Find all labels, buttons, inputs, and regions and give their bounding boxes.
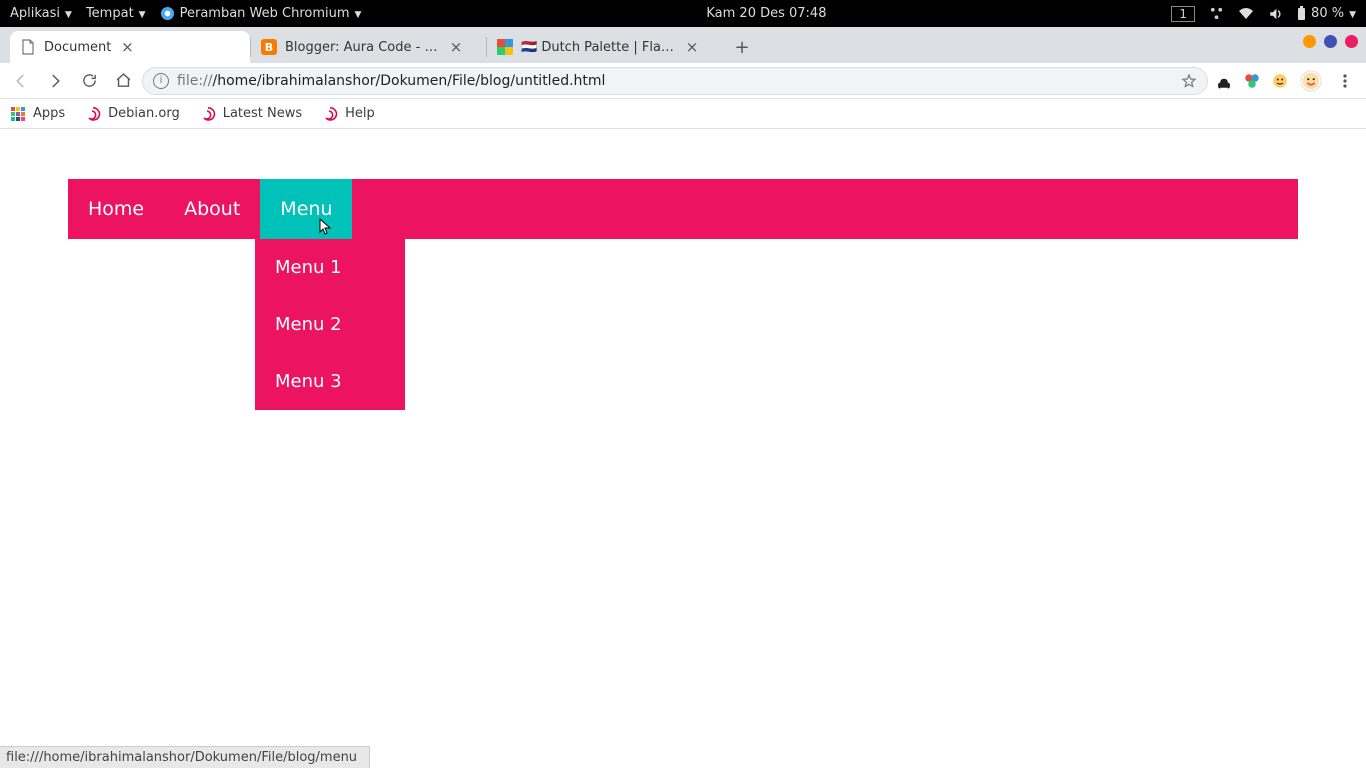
debian-swirl-icon [200,106,216,122]
bookmark-help[interactable]: Help [322,106,375,122]
apps-shortcut[interactable]: Apps [10,106,65,122]
gnome-active-app[interactable]: Peramban Web Chromium ▼ [160,6,362,21]
desktop-top-bar: Aplikasi ▼ Tempat ▼ Peramban Web Chromiu… [0,0,1366,27]
bookmark-label: Apps [33,106,65,121]
debian-swirl-icon [322,106,338,122]
gnome-clock[interactable]: Kam 20 Des 07:48 [361,6,1171,21]
url-scheme: file:// [177,73,212,89]
clock-label: Kam 20 Des 07:48 [706,6,826,21]
site-navbar: Home About Menu [68,179,1298,239]
submenu-item[interactable]: Menu 1 [255,239,405,296]
nav-item-home[interactable]: Home [68,179,164,239]
workspace-indicator[interactable]: 1 [1171,6,1195,22]
close-dot[interactable] [1345,35,1358,48]
browser-tab[interactable]: B Blogger: Aura Code - Semua… × [251,31,486,63]
new-tab-button[interactable]: + [728,33,756,61]
site-info-icon[interactable]: i [153,73,169,89]
status-url: file:///home/ibrahimalanshor/Dokumen/Fil… [6,750,357,765]
back-button[interactable] [6,66,36,96]
svg-text:B: B [265,41,273,54]
tab-title: 🇳🇱 Dutch Palette | Flat UI Co… [521,40,676,55]
bookmark-latest-news[interactable]: Latest News [200,106,302,122]
battery-label: 80 % [1311,6,1344,21]
star-icon[interactable] [1181,73,1197,89]
close-icon[interactable]: × [119,38,135,56]
nav-submenu: Menu 1 Menu 2 Menu 3 [255,239,405,410]
profile-button[interactable] [1296,66,1326,96]
page-viewport: Home About Menu Menu 1 Menu 2 Menu 3 fil… [0,129,1366,768]
extension-icon[interactable] [1240,69,1264,93]
chevron-down-icon: ▼ [1349,10,1356,20]
address-bar[interactable]: i file:///home/ibrahimalanshor/Dokumen/F… [142,67,1208,95]
bookmark-debian[interactable]: Debian.org [85,106,180,122]
gnome-places-menu[interactable]: Tempat ▼ [86,6,146,21]
tab-title: Document [44,40,111,55]
home-button[interactable] [108,66,138,96]
battery-indicator[interactable]: 80 % ▼ [1297,6,1356,21]
debian-swirl-icon [85,106,101,122]
window-controls [1303,35,1358,48]
link-status-bar: file:///home/ibrahimalanshor/Dokumen/Fil… [0,746,370,768]
maximize-dot[interactable] [1324,35,1337,48]
browser-tab[interactable]: 🇳🇱 Dutch Palette | Flat UI Co… × [487,31,722,63]
chevron-down-icon: ▼ [355,10,362,20]
extension-icon[interactable] [1268,69,1292,93]
submenu-item[interactable]: Menu 3 [255,353,405,410]
palette-icon [497,39,513,55]
blogger-icon: B [261,39,277,55]
reload-button[interactable] [74,66,104,96]
close-icon[interactable]: × [448,38,464,56]
chromium-icon [160,6,175,21]
tab-title: Blogger: Aura Code - Semua… [285,40,440,55]
gnome-applications-menu[interactable]: Aplikasi ▼ [10,6,72,21]
file-icon [20,39,36,55]
browser-tab-strip: Document × B Blogger: Aura Code - Semua…… [0,27,1366,63]
bookmark-label: Latest News [223,106,302,121]
minimize-dot[interactable] [1303,35,1316,48]
menu-label: Aplikasi [10,6,60,21]
nav-item-about[interactable]: About [164,179,260,239]
close-icon[interactable]: × [684,38,700,56]
chevron-down-icon: ▼ [65,10,72,20]
wifi-icon[interactable] [1238,7,1254,21]
app-name-label: Peramban Web Chromium [180,6,350,21]
chrome-menu-button[interactable] [1330,66,1360,96]
browser-toolbar: i file:///home/ibrahimalanshor/Dokumen/F… [0,63,1366,99]
extension-icon[interactable] [1212,69,1236,93]
url-path: /home/ibrahimalanshor/Dokumen/File/blog/… [212,73,605,89]
bookmark-label: Help [345,106,375,121]
apps-grid-icon [10,106,26,122]
chevron-down-icon: ▼ [139,10,146,20]
forward-button[interactable] [40,66,70,96]
menu-label: Tempat [86,6,134,21]
accessibility-icon[interactable] [1209,6,1224,21]
volume-icon[interactable] [1268,7,1283,21]
browser-tab-active[interactable]: Document × [10,31,250,63]
submenu-item[interactable]: Menu 2 [255,296,405,353]
bookmarks-bar: Apps Debian.org Latest News Help [0,99,1366,129]
battery-icon [1297,6,1306,21]
bookmark-label: Debian.org [108,106,180,121]
nav-item-menu[interactable]: Menu [260,179,352,239]
